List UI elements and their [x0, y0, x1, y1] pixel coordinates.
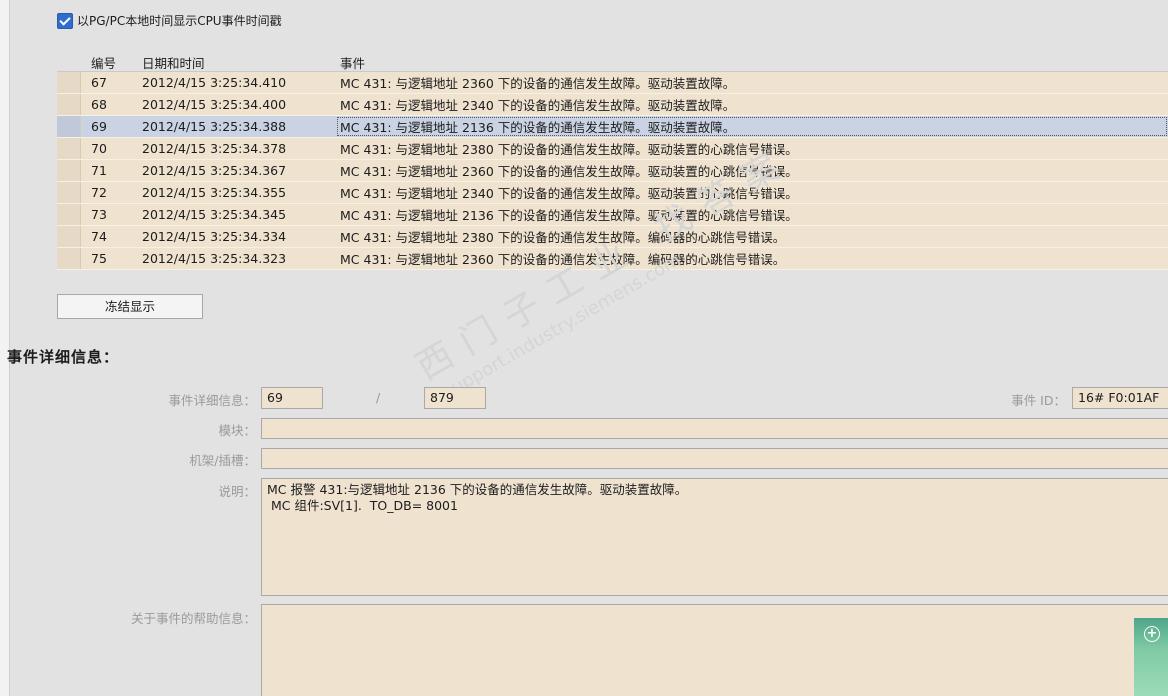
- table-row[interactable]: 67 2012/4/15 3:25:34.410 MC 431: 与逻辑地址 2…: [57, 72, 1168, 94]
- row-number: 70: [91, 141, 107, 156]
- table-row[interactable]: 75 2012/4/15 3:25:34.323 MC 431: 与逻辑地址 2…: [57, 248, 1168, 270]
- module-field[interactable]: [261, 418, 1168, 439]
- table-row-selected[interactable]: 69 2012/4/15 3:25:34.388 MC 431: 与逻辑地址 2…: [57, 116, 1168, 138]
- event-separator: /: [376, 390, 381, 405]
- row-datetime: 2012/4/15 3:25:34.378: [142, 141, 287, 156]
- event-details-heading: 事件详细信息：: [7, 348, 120, 366]
- row-event: MC 431: 与逻辑地址 2360 下的设备的通信发生故障。编码器的心跳信号错…: [340, 252, 786, 267]
- event-table: 编号 日期和时间 事件 67 2012/4/15 3:25:34.410 MC …: [57, 53, 1168, 270]
- table-row[interactable]: 70 2012/4/15 3:25:34.378 MC 431: 与逻辑地址 2…: [57, 138, 1168, 160]
- header-event[interactable]: 事件: [336, 53, 1168, 72]
- row-number: 72: [91, 185, 107, 200]
- row-number: 75: [91, 251, 107, 266]
- row-selector[interactable]: [57, 182, 81, 203]
- row-event: MC 431: 与逻辑地址 2360 下的设备的通信发生故障。驱动装置的心跳信号…: [340, 164, 798, 179]
- row-selector[interactable]: [57, 248, 81, 269]
- event-id-label: 事件 ID：: [1011, 393, 1066, 408]
- row-selector[interactable]: [57, 226, 81, 247]
- row-event: MC 431: 与逻辑地址 2340 下的设备的通信发生故障。驱动装置故障。: [340, 98, 736, 113]
- event-index-field[interactable]: 69: [261, 387, 323, 409]
- freeze-display-button[interactable]: 冻结显示: [57, 294, 203, 319]
- table-header: 编号 日期和时间 事件: [57, 53, 1168, 72]
- row-number: 71: [91, 163, 107, 178]
- description-field[interactable]: MC 报警 431:与逻辑地址 2136 下的设备的通信发生故障。驱动装置故障。…: [261, 478, 1168, 596]
- row-number: 69: [91, 119, 107, 134]
- row-selector[interactable]: [57, 94, 81, 115]
- table-row[interactable]: 74 2012/4/15 3:25:34.334 MC 431: 与逻辑地址 2…: [57, 226, 1168, 248]
- event-id-field[interactable]: 16# F0:01AF: [1072, 387, 1168, 409]
- table-row[interactable]: 68 2012/4/15 3:25:34.400 MC 431: 与逻辑地址 2…: [57, 94, 1168, 116]
- expand-panel-button[interactable]: +: [1134, 618, 1168, 696]
- row-selector[interactable]: [57, 72, 81, 93]
- row-datetime: 2012/4/15 3:25:34.388: [142, 119, 287, 134]
- table-row[interactable]: 73 2012/4/15 3:25:34.345 MC 431: 与逻辑地址 2…: [57, 204, 1168, 226]
- rack-slot-label: 机架/插槽：: [189, 453, 256, 468]
- event-total-field[interactable]: 879: [424, 387, 486, 409]
- rack-slot-field[interactable]: [261, 448, 1168, 469]
- row-event: MC 431: 与逻辑地址 2136 下的设备的通信发生故障。驱动装置故障。: [336, 116, 1168, 137]
- local-time-label: 以PG/PC本地时间显示CPU事件时间戳: [77, 14, 282, 28]
- row-number: 74: [91, 229, 107, 244]
- row-event: MC 431: 与逻辑地址 2380 下的设备的通信发生故障。驱动装置的心跳信号…: [340, 142, 798, 157]
- help-label: 关于事件的帮助信息：: [130, 611, 256, 626]
- table-row[interactable]: 72 2012/4/15 3:25:34.355 MC 431: 与逻辑地址 2…: [57, 182, 1168, 204]
- plus-circle-icon: +: [1144, 626, 1160, 642]
- row-selector[interactable]: [57, 204, 81, 225]
- description-label: 说明：: [218, 484, 256, 499]
- row-number: 68: [91, 97, 107, 112]
- row-event: MC 431: 与逻辑地址 2340 下的设备的通信发生故障。驱动装置的心跳信号…: [340, 186, 798, 201]
- row-event: MC 431: 与逻辑地址 2360 下的设备的通信发生故障。驱动装置故障。: [340, 76, 736, 91]
- help-field[interactable]: [261, 604, 1168, 696]
- header-number[interactable]: 编号: [81, 53, 136, 72]
- row-event: MC 431: 与逻辑地址 2380 下的设备的通信发生故障。编码器的心跳信号错…: [340, 230, 786, 245]
- row-selector[interactable]: [57, 138, 81, 159]
- row-number: 67: [91, 75, 107, 90]
- row-datetime: 2012/4/15 3:25:34.345: [142, 207, 287, 222]
- header-datetime[interactable]: 日期和时间: [136, 53, 336, 72]
- row-selector[interactable]: [57, 116, 81, 137]
- row-datetime: 2012/4/15 3:25:34.323: [142, 251, 287, 266]
- row-datetime: 2012/4/15 3:25:34.410: [142, 75, 287, 90]
- local-time-checkbox[interactable]: [57, 12, 73, 29]
- module-label: 模块：: [218, 423, 256, 438]
- row-selector[interactable]: [57, 160, 81, 181]
- local-time-option[interactable]: 以PG/PC本地时间显示CPU事件时间戳: [57, 12, 282, 29]
- row-event: MC 431: 与逻辑地址 2136 下的设备的通信发生故障。驱动装置的心跳信号…: [340, 208, 798, 223]
- row-datetime: 2012/4/15 3:25:34.334: [142, 229, 287, 244]
- event-details-label: 事件详细信息：: [168, 393, 256, 408]
- table-row[interactable]: 71 2012/4/15 3:25:34.367 MC 431: 与逻辑地址 2…: [57, 160, 1168, 182]
- row-number: 73: [91, 207, 107, 222]
- row-datetime: 2012/4/15 3:25:34.400: [142, 97, 287, 112]
- row-datetime: 2012/4/15 3:25:34.355: [142, 185, 287, 200]
- row-datetime: 2012/4/15 3:25:34.367: [142, 163, 287, 178]
